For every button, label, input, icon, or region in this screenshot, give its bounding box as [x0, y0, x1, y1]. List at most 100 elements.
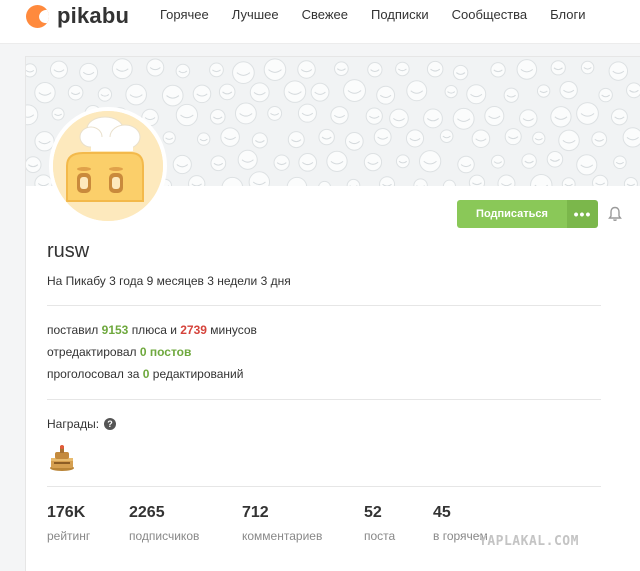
- cover-bun-icon: [125, 83, 147, 106]
- cover-bun-icon: [613, 155, 627, 170]
- pikabu-logo[interactable]: pikabu: [26, 2, 129, 30]
- stat-label: рейтинг: [47, 529, 91, 543]
- cover-bun-icon: [592, 174, 609, 186]
- cover-bun-icon: [267, 105, 283, 121]
- cover-bun-icon: [626, 82, 640, 99]
- cover-bun-icon: [297, 103, 317, 123]
- cover-bun-icon: [406, 80, 428, 102]
- cover-bun-icon: [622, 127, 640, 148]
- cover-bun-icon: [591, 131, 608, 148]
- cover-bun-icon: [576, 102, 599, 125]
- cover-bun-icon: [419, 150, 442, 173]
- watermark: YAPLAKAL.COM: [479, 534, 579, 549]
- cover-bun-icon: [175, 103, 199, 127]
- divider: [47, 399, 601, 400]
- activity-text: плюса и: [131, 323, 177, 337]
- cover-bun-icon: [519, 109, 538, 128]
- stat-comments[interactable]: 712 комментариев: [242, 504, 322, 543]
- cover-bun-icon: [26, 156, 42, 174]
- cover-bun-icon: [232, 61, 255, 84]
- cover-bun-icon: [192, 84, 212, 104]
- cover-bun-icon: [442, 179, 457, 186]
- cover-bun-icon: [367, 62, 383, 78]
- cover-bun-icon: [395, 154, 410, 169]
- cover-bun-icon: [249, 82, 270, 103]
- nav-blogs[interactable]: Блоги: [550, 7, 585, 22]
- avatar[interactable]: [49, 107, 167, 225]
- chef-toast-avatar-icon: [53, 111, 163, 221]
- top-navbar: pikabu Горячее Лучшее Свежее Подписки Со…: [0, 0, 640, 44]
- cover-bun-icon: [413, 178, 428, 186]
- stat-subscribers[interactable]: 2265 подписчиков: [129, 504, 199, 543]
- cover-bun-icon: [273, 154, 290, 171]
- cover-bun-icon: [490, 154, 505, 169]
- activity-text: поставил: [47, 323, 99, 337]
- cover-bun-icon: [623, 176, 638, 186]
- cover-bun-icon: [466, 84, 487, 105]
- divider: [47, 305, 601, 306]
- stat-rating: 176K рейтинг: [47, 504, 90, 543]
- cover-bun-icon: [503, 87, 519, 103]
- cover-bun-icon: [188, 175, 206, 186]
- help-icon[interactable]: ?: [104, 418, 117, 430]
- cover-bun-icon: [34, 81, 56, 104]
- divider: [47, 486, 601, 487]
- cover-bun-icon: [162, 131, 176, 145]
- edits-line: отредактировал 0 постов: [47, 345, 191, 359]
- cover-bun-icon: [516, 59, 538, 80]
- cover-bun-icon: [318, 128, 335, 146]
- cover-bun-icon: [218, 83, 236, 101]
- cover-bun-icon: [346, 178, 361, 186]
- cover-bun-icon: [344, 132, 364, 151]
- nav-best[interactable]: Лучшее: [232, 7, 279, 22]
- cover-bun-icon: [363, 153, 383, 172]
- votes-line: проголосовал за 0 редактирований: [47, 367, 243, 381]
- cover-bun-icon: [452, 107, 475, 130]
- cover-bun-icon: [550, 60, 566, 76]
- cover-bun-icon: [444, 84, 458, 99]
- cover-bun-icon: [221, 176, 244, 186]
- stat-label: поста: [364, 529, 396, 543]
- cover-bun-icon: [283, 80, 307, 103]
- cover-bun-icon: [146, 58, 165, 77]
- activity-text: проголосовал за: [47, 367, 140, 381]
- cover-bun-icon: [175, 63, 191, 79]
- pluses-count: 9153: [101, 323, 129, 337]
- stat-value: 176K: [47, 504, 86, 521]
- cover-bun-icon: [423, 108, 443, 129]
- cover-bun-icon: [209, 108, 226, 125]
- cover-bun-icon: [550, 106, 572, 128]
- stat-posts[interactable]: 52 поста: [364, 504, 395, 543]
- more-options-button[interactable]: •••: [567, 200, 598, 228]
- cover-bun-icon: [558, 129, 580, 152]
- member-since: На Пикабу 3 года 9 месяцев 3 недели 3 дн…: [47, 274, 291, 288]
- cover-bun-icon: [439, 129, 454, 143]
- activity-text: минусов: [210, 323, 257, 337]
- edits-count[interactable]: 0 постов: [140, 345, 192, 359]
- cover-bun-icon: [610, 108, 628, 126]
- nav-fresh[interactable]: Свежее: [302, 7, 348, 22]
- cover-bun-icon: [561, 177, 576, 186]
- cover-bun-icon: [210, 155, 227, 172]
- cover-bun-icon: [497, 174, 516, 186]
- nav-communities[interactable]: Сообщества: [452, 7, 528, 22]
- cover-bun-icon: [263, 58, 287, 81]
- cover-bun-icon: [298, 153, 318, 172]
- cover-bun-icon: [395, 61, 410, 77]
- nav-hot[interactable]: Горячее: [160, 7, 209, 22]
- cake-medal-icon[interactable]: [48, 444, 76, 472]
- subscribe-button[interactable]: Подписаться: [457, 200, 567, 228]
- cover-bun-icon: [251, 132, 268, 149]
- cover-bun-icon: [234, 102, 257, 125]
- logo-text: pikabu: [57, 3, 130, 28]
- bell-icon[interactable]: [608, 206, 622, 222]
- cover-bun-icon: [287, 131, 305, 149]
- stat-value: 45: [433, 504, 451, 521]
- nav-subscriptions[interactable]: Подписки: [371, 7, 429, 22]
- activity-text: отредактировал: [47, 345, 137, 359]
- cover-bun-icon: [334, 61, 349, 77]
- cover-bun-icon: [26, 104, 39, 126]
- rating-activity-line: поставил 9153 плюса и 2739 минусов: [47, 323, 257, 337]
- cover-bun-icon: [580, 60, 595, 75]
- cover-bun-icon: [379, 176, 396, 186]
